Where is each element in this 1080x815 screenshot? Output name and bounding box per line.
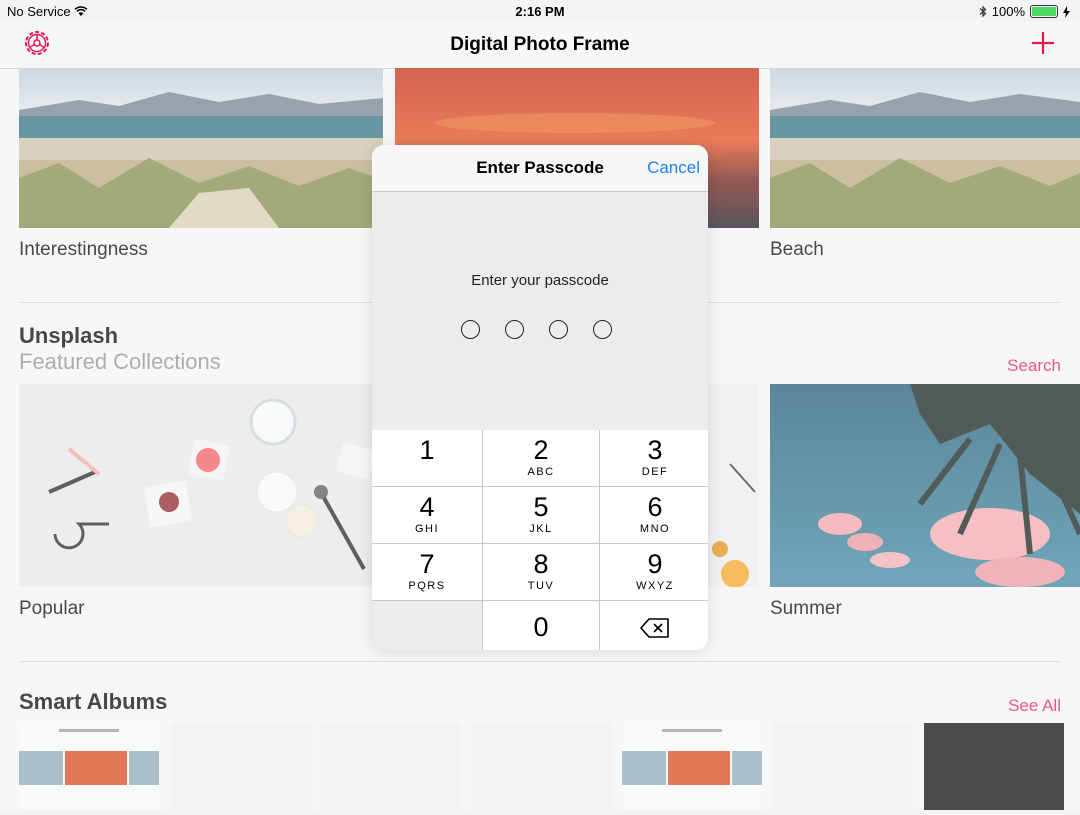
key-5[interactable]: 5 JKL	[483, 487, 599, 543]
passcode-prompt: Enter your passcode	[471, 272, 609, 289]
search-link[interactable]: Search	[1007, 356, 1061, 376]
key-2[interactable]: 2 ABC	[483, 430, 599, 486]
passcode-dot	[549, 320, 568, 339]
key-9[interactable]: 9 WXYZ	[600, 544, 708, 600]
status-bar: No Service 2:16 PM 100%	[0, 0, 1080, 22]
navigation-bar: Digital Photo Frame	[0, 22, 1080, 69]
bluetooth-icon	[979, 5, 987, 18]
divider	[19, 661, 1061, 662]
key-3[interactable]: 3 DEF	[600, 430, 708, 486]
backspace-icon	[640, 618, 669, 638]
photo-beach[interactable]	[770, 68, 1080, 228]
photo-interestingness[interactable]	[19, 68, 383, 228]
smart-album-thumb[interactable]	[924, 723, 1064, 810]
charging-icon	[1063, 5, 1070, 18]
smart-album-thumb[interactable]	[19, 723, 159, 810]
smart-album-thumb[interactable]	[171, 723, 311, 810]
cancel-button[interactable]: Cancel	[647, 158, 700, 178]
passcode-dialog: Enter Passcode Cancel Enter your passcod…	[372, 145, 708, 650]
key-blank	[372, 601, 482, 650]
key-8[interactable]: 8 TUV	[483, 544, 599, 600]
smart-album-thumb[interactable]	[472, 723, 612, 810]
passcode-dot	[593, 320, 612, 339]
album-label-interestingness: Interestingness	[19, 239, 148, 260]
smart-album-thumb[interactable]	[321, 723, 461, 810]
album-label-beach: Beach	[770, 239, 824, 260]
key-0[interactable]: 0	[483, 601, 599, 650]
number-keypad: 1 2 ABC 3 DEF 4 GHI 5 JKL 6 MNO 7 PQRS 8 TUV 9W…	[372, 430, 708, 650]
clock: 2:16 PM	[515, 4, 565, 19]
photo-popular[interactable]	[19, 384, 383, 587]
passcode-dot	[461, 320, 480, 339]
key-6[interactable]: 6 MNO	[600, 487, 708, 543]
battery-icon	[1030, 5, 1058, 18]
section-title-unsplash: Unsplash	[19, 323, 119, 348]
photo-summer[interactable]	[770, 384, 1080, 587]
delete-key[interactable]	[600, 601, 708, 650]
smart-album-thumb[interactable]	[773, 723, 913, 810]
key-4[interactable]: 4 GHI	[372, 487, 482, 543]
plus-icon[interactable]	[1030, 30, 1056, 56]
passcode-dot	[505, 320, 524, 339]
section-subtitle: Featured Collections	[19, 349, 221, 374]
section-title-smart-albums: Smart Albums	[19, 689, 168, 714]
album-label-popular: Popular	[19, 598, 85, 619]
see-all-link[interactable]: See All	[1008, 696, 1061, 716]
album-label-summer: Summer	[770, 598, 842, 619]
key-7[interactable]: 7 PQRS	[372, 544, 482, 600]
key-1[interactable]: 1	[372, 430, 482, 486]
smart-album-thumb[interactable]	[622, 723, 762, 810]
page-title: Digital Photo Frame	[450, 34, 630, 55]
dialog-header: Enter Passcode Cancel	[372, 145, 708, 192]
battery-percent: 100%	[991, 4, 1025, 19]
passcode-dots	[461, 320, 612, 339]
